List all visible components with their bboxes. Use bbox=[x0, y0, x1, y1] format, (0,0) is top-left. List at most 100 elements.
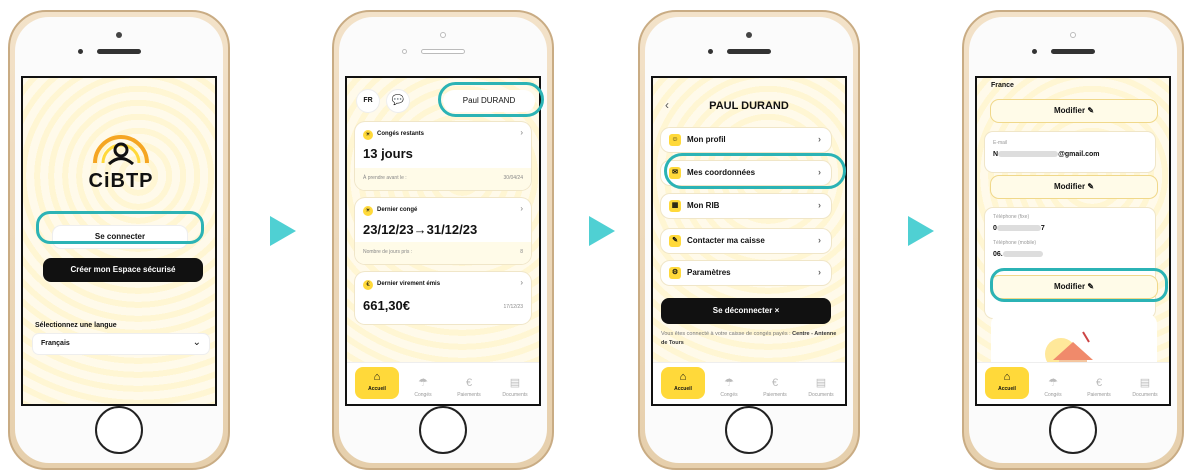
modify-address-button[interactable]: Modifier ✎ bbox=[991, 100, 1157, 122]
card1-footer-label: À prendre avant le : bbox=[363, 175, 407, 181]
email-label: E-mail bbox=[993, 140, 1008, 146]
language-label: Sélectionnez une langue bbox=[35, 322, 117, 329]
card2-value: 23/12/23→31/12/23 bbox=[363, 222, 478, 237]
logo-mark-icon bbox=[93, 135, 149, 166]
sensor-icon bbox=[1032, 49, 1037, 54]
tab-bar: ⌂ Accueil ☂ Congés € Paiements ▤ Documents bbox=[977, 362, 1169, 404]
speaker-icon bbox=[97, 49, 141, 54]
logout-label: Se déconnecter bbox=[712, 306, 773, 315]
tab-documents[interactable]: ▤ Documents bbox=[493, 376, 537, 398]
menu-label: Mon profil bbox=[687, 135, 726, 144]
highlight-user-name bbox=[438, 82, 544, 117]
logout-button[interactable]: Se déconnecter × bbox=[661, 298, 831, 324]
highlight-mes-coordonnees bbox=[664, 153, 846, 189]
phone-mobile-value: 06. bbox=[993, 251, 1043, 258]
chevron-right-icon: › bbox=[818, 267, 821, 277]
camera-icon bbox=[746, 32, 752, 38]
speaker-icon bbox=[421, 49, 465, 54]
phone-mobile-label: Téléphone (mobile) bbox=[993, 240, 1037, 246]
phone-fixe-label: Téléphone (fixe) bbox=[993, 214, 1030, 220]
profile-title: PAUL DURAND bbox=[709, 100, 789, 112]
card-conges-restants[interactable]: ☀ Congés restants › 13 jours À prendre a… bbox=[355, 122, 531, 190]
tab-accueil[interactable]: ⌂ Accueil bbox=[355, 367, 399, 399]
card1-footer-value: 30/04/24 bbox=[503, 175, 523, 181]
euro-icon: € bbox=[465, 377, 473, 389]
footer-text-label: Vous êtes connecté à votre caisse de con… bbox=[661, 331, 793, 337]
home-button[interactable] bbox=[419, 406, 467, 454]
chat-icon[interactable]: 💬 bbox=[387, 90, 409, 112]
user-icon: ☺ bbox=[669, 134, 681, 146]
menu-contacter-caisse[interactable]: ✎ Contacter ma caisse › bbox=[661, 229, 831, 253]
tab-conges[interactable]: ☂ Congés bbox=[1031, 376, 1075, 398]
blurred-text bbox=[1002, 251, 1043, 258]
modify-email-button[interactable]: Modifier ✎ bbox=[991, 176, 1157, 198]
card-dernier-virement[interactable]: € Dernier virement émis › 661,30€ 17/12/… bbox=[355, 272, 531, 324]
tab-documents[interactable]: ▤ Documents bbox=[799, 376, 843, 398]
phone-coordonnees: France Modifier ✎ E-mail N @gmail.com Mod… bbox=[962, 10, 1184, 470]
tab-paiements[interactable]: € Paiements bbox=[753, 377, 797, 398]
card-dernier-conge[interactable]: ☀ Dernier congé › 23/12/23→31/12/23 Nomb… bbox=[355, 198, 531, 264]
menu-parametres[interactable]: ⚙ Paramètres › bbox=[661, 261, 831, 285]
blurred-text bbox=[996, 225, 1041, 232]
document-icon: ▤ bbox=[509, 377, 521, 389]
sensor-icon bbox=[78, 49, 83, 54]
chevron-right-icon: › bbox=[520, 278, 523, 287]
lang-badge[interactable]: FR bbox=[357, 90, 379, 112]
home-button[interactable] bbox=[95, 406, 143, 454]
document-icon: ▤ bbox=[1139, 377, 1151, 389]
tab-documents[interactable]: ▤ Documents bbox=[1123, 376, 1167, 398]
tab-conges[interactable]: ☂ Congés bbox=[401, 376, 445, 398]
tab-accueil[interactable]: ⌂ Accueil bbox=[985, 367, 1029, 399]
step-arrow-2 bbox=[589, 216, 615, 246]
pencil-icon: ✎ bbox=[1087, 106, 1095, 115]
email-card: E-mail N @gmail.com bbox=[985, 132, 1155, 172]
coordonnees-screen: France Modifier ✎ E-mail N @gmail.com Mod… bbox=[975, 76, 1171, 406]
tab-label: Congés bbox=[414, 392, 432, 398]
home-button[interactable] bbox=[1049, 406, 1097, 454]
close-icon: × bbox=[774, 306, 780, 315]
tab-label: Accueil bbox=[368, 386, 386, 392]
step-arrow-1 bbox=[270, 216, 296, 246]
tab-label: Congés bbox=[1044, 392, 1062, 398]
speaker-icon bbox=[1051, 49, 1095, 54]
footer-text: Vous êtes connecté à votre caisse de con… bbox=[661, 330, 839, 348]
card2-footer-label: Nombre de jours pris : bbox=[363, 249, 413, 255]
document-icon: ▤ bbox=[815, 377, 827, 389]
language-select[interactable]: Français ⌄ bbox=[33, 334, 209, 354]
tab-paiements[interactable]: € Paiements bbox=[1077, 377, 1121, 398]
menu-mon-profil[interactable]: ☺ Mon profil › bbox=[661, 128, 831, 152]
menu-label: Mon RIB bbox=[687, 201, 720, 210]
card2-title: Dernier congé bbox=[377, 207, 418, 213]
beach-icon: ☂ bbox=[1048, 377, 1058, 389]
modify-label: Modifier bbox=[1053, 182, 1086, 191]
email-suffix: @gmail.com bbox=[1058, 151, 1100, 158]
step-arrow-3 bbox=[908, 216, 934, 246]
menu-label: Paramètres bbox=[687, 268, 731, 277]
phone-mobile-prefix: 06. bbox=[993, 251, 1003, 258]
menu-label: Contacter ma caisse bbox=[687, 236, 765, 245]
camera-icon bbox=[1070, 32, 1076, 38]
card3-value: 661,30€ bbox=[363, 298, 410, 313]
phone-menu: ‹ PAUL DURAND ☺ Mon profil › ✉ Mes coordonn… bbox=[638, 10, 860, 470]
home-icon: ⌂ bbox=[679, 371, 687, 383]
tab-label: Accueil bbox=[998, 386, 1016, 392]
beach-icon: ☂ bbox=[724, 377, 734, 389]
pencil-icon: ✎ bbox=[1087, 182, 1095, 191]
tab-paiements[interactable]: € Paiements bbox=[447, 377, 491, 398]
chat-icon: ✎ bbox=[669, 235, 681, 247]
chevron-right-icon: › bbox=[520, 204, 523, 213]
tab-label: Paiements bbox=[457, 392, 481, 398]
cibtp-logo: CiBTP bbox=[83, 133, 159, 193]
create-account-button[interactable]: Créer mon Espace sécurisé bbox=[43, 258, 203, 282]
tab-bar: ⌂ Accueil ☂ Congés € Paiements ▤ Documents bbox=[653, 362, 845, 404]
tab-bar: ⌂ Accueil ☂ Congés € Paiements ▤ Documents bbox=[347, 362, 539, 404]
tab-label: Congés bbox=[720, 392, 738, 398]
home-button[interactable] bbox=[725, 406, 773, 454]
tab-accueil[interactable]: ⌂ Accueil bbox=[661, 367, 705, 399]
menu-mon-rib[interactable]: ▦ Mon RIB › bbox=[661, 194, 831, 218]
tab-conges[interactable]: ☂ Congés bbox=[707, 376, 751, 398]
highlight-modify-phone bbox=[990, 268, 1168, 302]
speaker-icon bbox=[727, 49, 771, 54]
chevron-down-icon: ⌄ bbox=[192, 337, 201, 348]
tab-label: Accueil bbox=[674, 386, 692, 392]
